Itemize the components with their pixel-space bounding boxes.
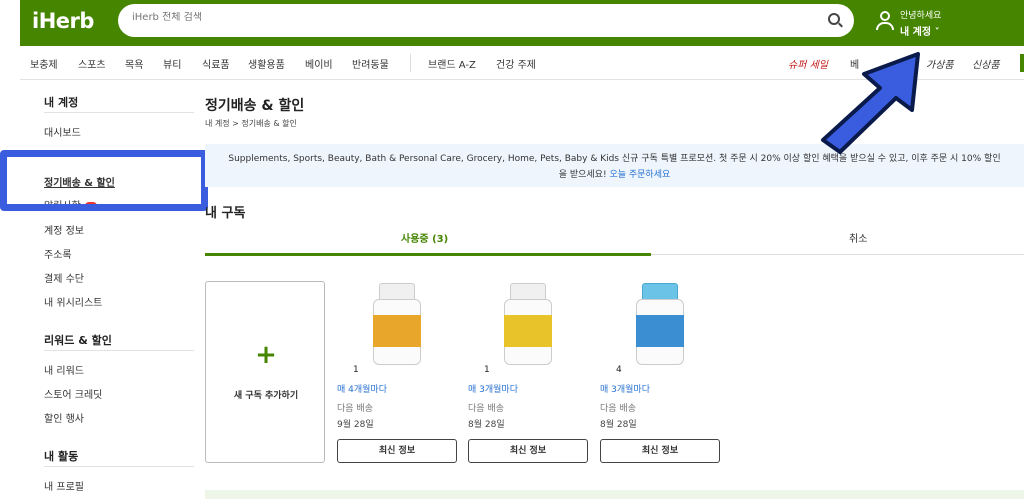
highlight-box: [0, 150, 208, 211]
sidebar-divider: [44, 466, 194, 467]
sidebar-item-account-info[interactable]: 계정 정보: [44, 222, 84, 237]
nav-item-grocery[interactable]: 식료품: [202, 56, 230, 71]
sidebar-item-wishlist[interactable]: 내 위시리스트: [44, 294, 102, 309]
product-label-color: [373, 315, 421, 347]
product-quantity: 4: [616, 365, 622, 375]
update-info-button[interactable]: 최신 정보: [468, 439, 588, 463]
nav-item-brands[interactable]: 브랜드 A-Z: [428, 56, 476, 71]
nav-green-tab: [1020, 54, 1024, 72]
tab-active-underline: [205, 253, 651, 256]
nav-item-health-topics[interactable]: 건강 주제: [496, 56, 536, 71]
delivery-frequency[interactable]: 매 3개월마다: [600, 382, 650, 395]
product-image[interactable]: [371, 283, 423, 365]
product-image[interactable]: [502, 283, 554, 365]
tab-cancelled[interactable]: 취소: [849, 230, 867, 245]
promo-link[interactable]: 오늘 주문하세요: [609, 170, 670, 180]
sidebar-item-promotions[interactable]: 할인 행사: [44, 410, 84, 425]
sidebar-item-payment[interactable]: 결제 수단: [44, 270, 84, 285]
bottom-notice-bar: [205, 490, 1024, 499]
greeting-text: 안녕하세요: [900, 11, 942, 21]
sidebar-item-store-credit[interactable]: 스토어 크레딧: [44, 386, 102, 401]
subscription-item: 1 매 4개월마다 다음 배송 9월 28일 최신 정보: [337, 279, 457, 469]
nav-item-sports[interactable]: 스포츠: [78, 56, 106, 71]
user-icon[interactable]: [876, 11, 894, 31]
add-subscription-label: 새 구독 추가하기: [233, 391, 299, 401]
breadcrumb[interactable]: 내 계정 > 정기배송 & 할인: [205, 118, 297, 129]
pointer-arrow-icon: [821, 52, 920, 154]
page-title: 정기배송 & 할인: [205, 98, 305, 114]
subscription-item: 4 매 3개월마다 다음 배송 8월 28일 최신 정보: [600, 279, 720, 469]
sidebar-item-addresses[interactable]: 주소록: [44, 246, 72, 261]
tab-active-subscriptions[interactable]: 사용중 (3): [401, 230, 448, 245]
sidebar-divider: [44, 112, 194, 113]
nav-separator: [410, 54, 411, 72]
nav-item-bath[interactable]: 목욕: [125, 56, 143, 71]
product-quantity: 1: [484, 365, 490, 375]
nav-item-household[interactable]: 생활용품: [248, 56, 285, 71]
nav-item-pets[interactable]: 반려동물: [352, 56, 389, 71]
nav-item-supplements[interactable]: 보충제: [30, 56, 58, 71]
subscription-item: 1 매 3개월마다 다음 배송 8월 28일 최신 정보: [468, 279, 588, 469]
product-quantity: 1: [353, 365, 359, 375]
sidebar-item-my-rewards[interactable]: 내 리워드: [44, 362, 84, 377]
sidebar-item-dashboard[interactable]: 대시보드: [44, 124, 81, 139]
sidebar-heading-rewards: 리워드 & 할인: [44, 334, 112, 347]
search-input[interactable]: [132, 12, 812, 23]
sidebar-heading-account: 내 계정: [44, 96, 79, 109]
next-delivery-date: 8월 28일: [468, 420, 505, 430]
search-icon[interactable]: [828, 13, 840, 25]
plus-icon: +: [255, 340, 277, 370]
sidebar-divider: [44, 350, 194, 351]
search-bar[interactable]: [118, 4, 854, 37]
next-delivery-label: 다음 배송: [468, 404, 504, 414]
sidebar-item-profile[interactable]: 내 프로필: [44, 478, 84, 493]
nav-item-baby[interactable]: 베이비: [305, 56, 333, 71]
next-delivery-date: 8월 28일: [600, 420, 637, 430]
delivery-frequency[interactable]: 매 3개월마다: [468, 382, 518, 395]
update-info-button[interactable]: 최신 정보: [600, 439, 720, 463]
sidebar-heading-activity: 내 활동: [44, 450, 79, 463]
delivery-frequency[interactable]: 매 4개월마다: [337, 382, 387, 395]
add-subscription-card[interactable]: + 새 구독 추가하기: [205, 281, 325, 463]
promo-text-end: 을 받으세요!: [558, 170, 607, 180]
account-label[interactable]: 내 계정 ˅: [900, 23, 941, 38]
product-image[interactable]: [634, 283, 686, 365]
product-label-color: [636, 315, 684, 347]
next-delivery-label: 다음 배송: [600, 404, 636, 414]
account-menu[interactable]: 안녕하세요 내 계정 ˅: [900, 8, 941, 38]
update-info-button[interactable]: 최신 정보: [337, 439, 457, 463]
next-delivery-date: 9월 28일: [337, 420, 374, 430]
iherb-logo[interactable]: iHerb: [32, 9, 94, 33]
my-subscriptions-heading: 내 구독: [205, 206, 246, 221]
next-delivery-label: 다음 배송: [337, 404, 373, 414]
product-label-color: [504, 315, 552, 347]
nav-item-beauty[interactable]: 뷰티: [163, 56, 181, 71]
